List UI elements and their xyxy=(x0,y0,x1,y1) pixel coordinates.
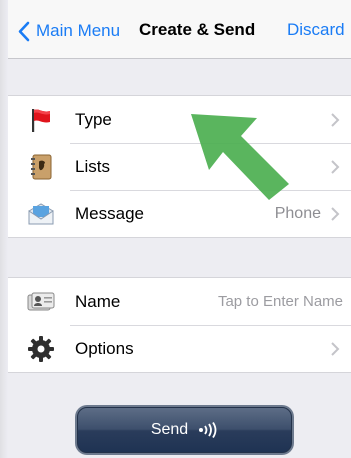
settings-group-2: Name Tap to Enter Name Options xyxy=(8,277,351,373)
id-card-icon xyxy=(26,287,56,317)
row-options[interactable]: Options xyxy=(8,325,351,372)
name-placeholder: Tap to Enter Name xyxy=(217,293,343,310)
address-book-icon xyxy=(26,152,56,182)
green-arrow-icon xyxy=(191,114,289,200)
discard-button[interactable]: Discard xyxy=(287,20,345,40)
gear-icon xyxy=(26,334,56,364)
envelope-icon xyxy=(26,199,56,229)
send-button-frame: Send xyxy=(75,405,294,455)
row-type[interactable]: Type xyxy=(8,96,351,143)
main-menu-back-button[interactable]: Main Menu xyxy=(18,18,120,44)
broadcast-icon xyxy=(199,422,217,438)
left-edge-shadow xyxy=(0,0,8,458)
row-name-label: Name xyxy=(75,291,121,311)
page-title: Create & Send xyxy=(139,20,256,39)
chevron-right-icon xyxy=(331,160,340,174)
row-message[interactable]: Message Phone xyxy=(8,190,351,237)
send-button[interactable]: Send xyxy=(77,407,292,453)
chevron-left-icon xyxy=(18,21,30,41)
back-button-label: Main Menu xyxy=(36,21,121,40)
navigation-bar: Main Menu Create & Send Discard xyxy=(8,0,351,59)
red-flag-icon xyxy=(26,105,56,135)
send-button-label: Send xyxy=(150,421,189,438)
chevron-right-icon xyxy=(331,342,340,356)
row-options-label: Options xyxy=(75,338,134,358)
row-lists-label: Lists xyxy=(75,156,110,176)
row-message-label: Message xyxy=(75,203,144,223)
settings-group-1: Type Lists Message Phone xyxy=(8,95,351,238)
chevron-right-icon xyxy=(331,207,340,221)
row-type-label: Type xyxy=(75,109,112,129)
chevron-right-icon xyxy=(331,113,340,127)
row-name[interactable]: Name Tap to Enter Name xyxy=(8,278,351,325)
message-detail-value: Phone xyxy=(274,204,321,222)
row-lists[interactable]: Lists xyxy=(8,143,351,190)
